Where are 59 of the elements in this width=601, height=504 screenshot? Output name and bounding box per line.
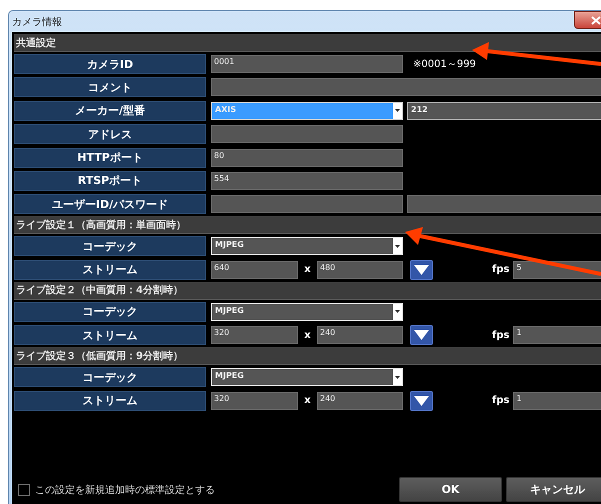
triangle-icon	[414, 264, 429, 275]
field-label: ストリーム	[14, 260, 206, 280]
input-field[interactable]: 240	[317, 326, 403, 344]
fps-field[interactable]: 1	[513, 326, 601, 344]
field-label: コーデック	[14, 367, 206, 388]
fps-field[interactable]: 1	[513, 392, 601, 410]
input-field[interactable]: 554	[211, 172, 403, 190]
window-title: カメラ情報	[12, 16, 62, 28]
field-label: アドレス	[14, 124, 206, 144]
times-sign: x	[303, 264, 312, 276]
field-label: ストリーム	[14, 325, 206, 346]
checkbox[interactable]	[18, 484, 30, 496]
dialog-button[interactable]: キャンセル	[506, 477, 601, 502]
field-label: コーデック	[14, 236, 206, 256]
dropdown[interactable]: MJPEG	[211, 368, 403, 386]
section-header: 共通設定	[14, 34, 601, 52]
section-header: ライブ設定１（高画質用：単画面時）	[14, 216, 601, 234]
input-field[interactable]: 240	[317, 392, 403, 410]
caret-icon	[395, 109, 400, 112]
triangle-icon	[414, 330, 429, 340]
dialog-button[interactable]: OK	[399, 477, 502, 502]
field-label: HTTPポート	[14, 148, 206, 168]
field-label: RTSPポート	[14, 170, 206, 191]
field-label: コーデック	[14, 302, 206, 322]
fps-label: fps	[492, 330, 510, 341]
field-label: ユーザーID/パスワード	[14, 194, 206, 214]
caret-icon	[395, 376, 400, 379]
caret-icon	[395, 310, 400, 314]
field-label: カメラID	[14, 54, 206, 74]
close-icon	[591, 16, 601, 24]
triangle-icon	[414, 396, 429, 406]
fps-label: fps	[492, 264, 510, 276]
input-field[interactable]: 480	[317, 260, 403, 279]
input-field[interactable]: 640	[211, 260, 298, 279]
input-field[interactable]	[211, 78, 601, 96]
dropdown[interactable]: MJPEG	[211, 237, 403, 256]
fps-label: fps	[492, 395, 510, 406]
field-label: コメント	[14, 77, 206, 98]
caret-icon	[395, 244, 400, 248]
input-field[interactable]: 80	[211, 148, 403, 167]
input-field[interactable]: 320	[211, 326, 298, 344]
input-field[interactable]	[211, 195, 403, 214]
section-header: ライブ設定３（低画質用：9分割時）	[14, 347, 601, 366]
field-label: ストリーム	[14, 390, 206, 411]
dropdown[interactable]: MJPEG	[211, 302, 403, 321]
dropdown-button[interactable]	[410, 260, 433, 280]
checkbox-label: この設定を新規追加時の標準設定とする	[35, 484, 215, 496]
input-field[interactable]	[211, 125, 403, 144]
dropdown-button[interactable]	[410, 325, 433, 346]
dropdown[interactable]: 212	[407, 102, 601, 120]
times-sign: x	[303, 330, 312, 341]
input-field[interactable]	[407, 195, 601, 214]
range-note: ※0001～999	[413, 58, 476, 71]
section-header: ライブ設定２（中画質用：4分割時）	[14, 282, 601, 300]
times-sign: x	[303, 395, 312, 406]
input-field[interactable]: 320	[211, 392, 298, 410]
field-label: メーカー/型番	[14, 100, 206, 121]
dropdown-button[interactable]	[410, 390, 433, 411]
input-field[interactable]: 0001	[211, 55, 403, 73]
